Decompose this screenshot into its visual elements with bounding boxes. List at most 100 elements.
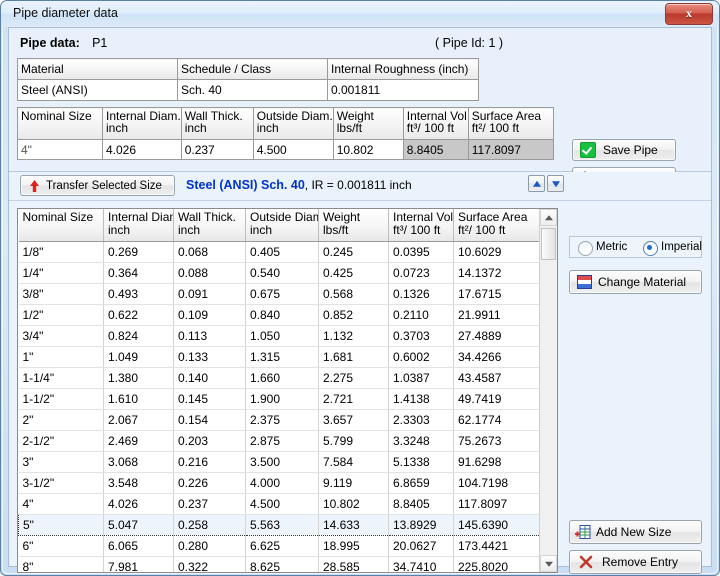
table-cell: 28.585 xyxy=(318,556,389,572)
list-header-internal-vol[interactable]: Internal Vol ft³/ 100 ft xyxy=(388,209,454,242)
pipe-size-list[interactable]: Nominal Size Internal Diam. inch Wall Th… xyxy=(17,208,558,573)
table-cell: 10.6029 xyxy=(453,241,540,263)
table-cell: 62.1774 xyxy=(453,409,540,431)
scroll-down-button[interactable] xyxy=(540,555,557,572)
check-icon xyxy=(580,142,596,158)
summary-value-internal-diam[interactable]: 4.026 xyxy=(102,139,182,160)
close-button[interactable]: x xyxy=(665,3,713,25)
table-cell: 0.216 xyxy=(173,451,246,473)
hdr-l2: lbs/ft xyxy=(336,121,363,135)
nav-down-button[interactable] xyxy=(547,175,564,192)
material-table-header-row: Material Schedule / Class Internal Rough… xyxy=(17,58,479,80)
change-material-button[interactable]: Change Material xyxy=(569,270,702,294)
table-cell: 3/8" xyxy=(18,283,104,305)
window-title: Pipe diameter data xyxy=(13,6,118,20)
hdr-l2: inch xyxy=(250,223,273,237)
remove-entry-label: Remove Entry xyxy=(602,555,679,569)
table-cell: 3.657 xyxy=(318,409,389,431)
table-cell: 27.4889 xyxy=(453,325,540,347)
summary-header-surface-area: Surface Area ft²/ 100 ft xyxy=(467,107,554,140)
add-new-size-button[interactable]: Add New Size xyxy=(569,520,702,544)
table-row[interactable]: 3/8" 0.493 0.091 0.675 0.568 0.1326 17.6715 xyxy=(18,283,540,305)
table-cell: 6.8659 xyxy=(388,472,454,494)
radio-metric[interactable] xyxy=(578,241,593,256)
summary-header-internal-vol: Internal Vol ft³/ 100 ft xyxy=(402,107,469,140)
table-cell: 17.6715 xyxy=(453,283,540,305)
material-value-schedule[interactable]: Sch. 40 xyxy=(177,79,328,101)
summary-value-wall-thick[interactable]: 0.237 xyxy=(180,139,254,160)
table-row[interactable]: 1/4" 0.364 0.088 0.540 0.425 0.0723 14.1372 xyxy=(18,262,540,284)
summary-value-outside-diam[interactable]: 4.500 xyxy=(252,139,334,160)
table-cell: 1.049 xyxy=(103,346,174,368)
table-row[interactable]: 1-1/4" 1.380 0.140 1.660 2.275 1.0387 43.4587 xyxy=(18,367,540,389)
nav-up-button[interactable] xyxy=(528,175,545,192)
pipe-id-value: ( Pipe Id: 1 ) xyxy=(435,36,504,50)
table-cell: 14.1372 xyxy=(453,262,540,284)
table-row[interactable]: 5" 5.047 0.258 5.563 14.633 13.8929 145.6390 xyxy=(18,514,540,536)
table-row[interactable]: 3/4" 0.824 0.113 1.050 1.132 0.3703 27.4889 xyxy=(18,325,540,347)
table-cell: 0.568 xyxy=(318,283,389,305)
save-pipe-button[interactable]: Save Pipe xyxy=(572,139,676,161)
table-cell: 0.088 xyxy=(173,262,246,284)
dialog-window: Pipe diameter data x Pipe data: P1 ( Pip… xyxy=(0,0,720,576)
table-cell: 0.322 xyxy=(173,556,246,572)
hdr-l2: lbs/ft xyxy=(323,223,349,237)
table-cell: 3.500 xyxy=(245,451,319,473)
scrollbar-thumb[interactable] xyxy=(541,228,556,260)
table-cell: 91.6298 xyxy=(453,451,540,473)
table-row[interactable]: 6" 6.065 0.280 6.625 18.995 20.0627 173.4421 xyxy=(18,535,540,557)
material-value-material[interactable]: Steel (ANSI) xyxy=(17,79,178,101)
table-cell: 4.500 xyxy=(245,493,319,515)
table-row[interactable]: 1/2" 0.622 0.109 0.840 0.852 0.2110 21.9911 xyxy=(18,304,540,326)
remove-entry-button[interactable]: Remove Entry xyxy=(569,550,702,574)
change-material-label: Change Material xyxy=(598,275,687,289)
table-cell: 2-1/2" xyxy=(18,430,104,452)
triangle-down-icon xyxy=(551,180,560,187)
table-row[interactable]: 1/8" 0.269 0.068 0.405 0.245 0.0395 10.6029 xyxy=(18,241,540,263)
table-cell: 4.000 xyxy=(245,472,319,494)
summary-value-nominal-size[interactable]: 4" xyxy=(17,139,103,160)
list-header-internal-diam[interactable]: Internal Diam. inch xyxy=(103,209,174,242)
radio-imperial[interactable] xyxy=(643,241,658,256)
material-header-schedule: Schedule / Class xyxy=(177,58,328,80)
table-cell: 0.091 xyxy=(173,283,246,305)
table-cell: 0.237 xyxy=(173,493,246,515)
list-header-outside-diam[interactable]: Outside Diam. inch xyxy=(245,209,319,242)
summary-value-weight[interactable]: 10.802 xyxy=(332,139,404,160)
list-vertical-scrollbar[interactable] xyxy=(539,209,557,572)
table-row[interactable]: 4" 4.026 0.237 4.500 10.802 8.8405 117.8097 xyxy=(18,493,540,515)
list-header-wall-thick[interactable]: Wall Thick. inch xyxy=(173,209,246,242)
table-cell: 7.584 xyxy=(318,451,389,473)
table-row[interactable]: 3-1/2" 3.548 0.226 4.000 9.119 6.8659 104.7198 xyxy=(18,472,540,494)
material-table-value-row[interactable]: Steel (ANSI) Sch. 40 0.001811 xyxy=(17,79,479,101)
table-cell: 0.203 xyxy=(173,430,246,452)
transfer-selected-size-button[interactable]: Transfer Selected Size xyxy=(20,175,175,196)
list-header-surface-area[interactable]: Surface Area ft²/ 100 ft xyxy=(453,209,540,242)
table-cell: 0.6002 xyxy=(388,346,454,368)
hdr-l2: ft²/ 100 ft xyxy=(471,121,520,135)
table-cell: 1-1/2" xyxy=(18,388,104,410)
table-cell: 0.540 xyxy=(245,262,319,284)
table-cell: 18.995 xyxy=(318,535,389,557)
summary-value-row: 4" 4.026 0.237 4.500 10.802 8.8405 117.8… xyxy=(17,139,554,160)
table-row[interactable]: 3" 3.068 0.216 3.500 7.584 5.1338 91.6298 xyxy=(18,451,540,473)
table-cell: 6.065 xyxy=(103,535,174,557)
pipe-data-header: Pipe data: P1 ( Pipe Id: 1 ) xyxy=(20,36,700,54)
table-row[interactable]: 2-1/2" 2.469 0.203 2.875 5.799 3.3248 75.2673 xyxy=(18,430,540,452)
material-value-roughness[interactable]: 0.001811 xyxy=(327,79,479,101)
table-row[interactable]: 8" 7.981 0.322 8.625 28.585 34.7410 225.8020 xyxy=(18,556,540,572)
list-header-nominal-size[interactable]: Nominal Size xyxy=(18,209,104,242)
table-row[interactable]: 1" 1.049 0.133 1.315 1.681 0.6002 34.4266 xyxy=(18,346,540,368)
table-cell: 5.047 xyxy=(103,514,174,536)
scroll-up-button[interactable] xyxy=(540,209,557,226)
pipe-data-label: Pipe data: xyxy=(20,36,80,50)
table-row[interactable]: 2" 2.067 0.154 2.375 3.657 2.3303 62.1774 xyxy=(18,409,540,431)
table-cell: 3.068 xyxy=(103,451,174,473)
list-header-weight[interactable]: Weight lbs/ft xyxy=(318,209,389,242)
table-row[interactable]: 1-1/2" 1.610 0.145 1.900 2.721 1.4138 49.7419 xyxy=(18,388,540,410)
summary-header-wall-thick: Wall Thick. inch xyxy=(180,107,254,140)
table-cell: 0.840 xyxy=(245,304,319,326)
table-cell: 0.824 xyxy=(103,325,174,347)
scroll-up-icon xyxy=(544,214,553,220)
table-cell: 0.280 xyxy=(173,535,246,557)
